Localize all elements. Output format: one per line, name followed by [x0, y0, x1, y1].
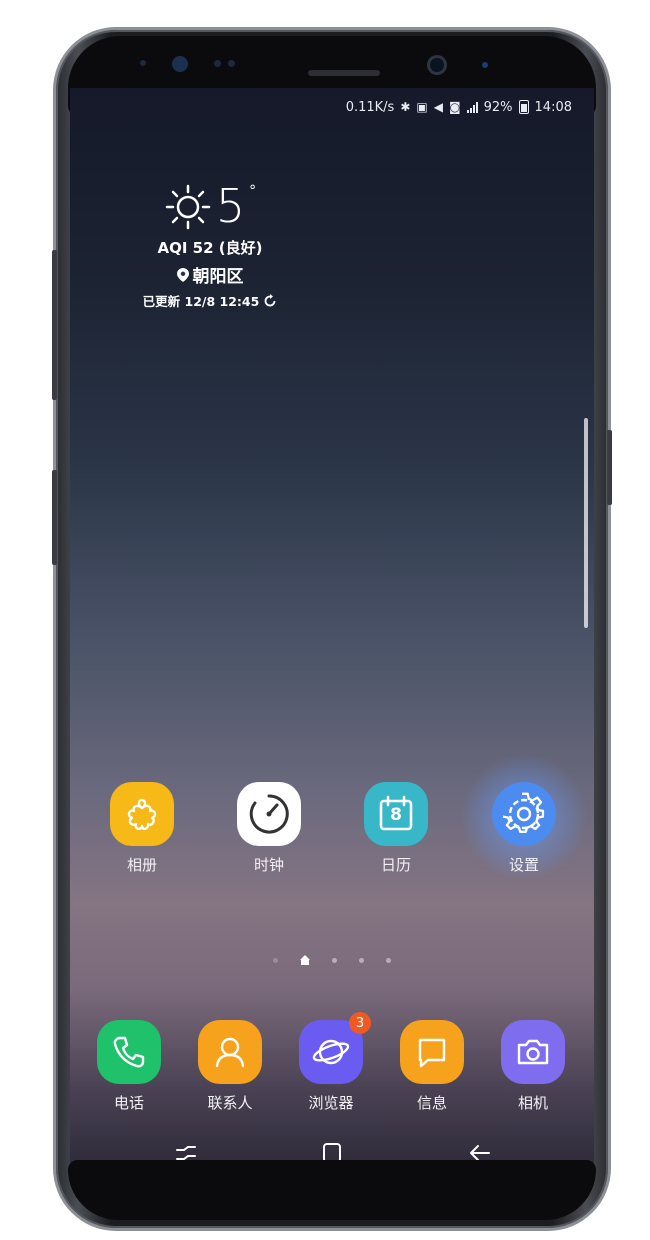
sensor-dot	[482, 62, 488, 68]
app-settings[interactable]: 设置	[479, 782, 569, 875]
app-label: 日历	[380, 856, 411, 874]
browser-icon: 3	[299, 1012, 371, 1084]
app-gallery[interactable]: 相册	[97, 782, 187, 875]
phone-frame: 0.11K/s ✱ ▣ ◀ ◙ 92% 14:08 5 ° AQI 52 (良好…	[52, 30, 612, 1228]
network-speed: 0.11K/s	[345, 99, 395, 115]
gallery-icon	[110, 782, 174, 846]
page-dot[interactable]	[332, 958, 337, 963]
signal-icon	[466, 101, 478, 113]
edge-panel-handle[interactable]	[584, 418, 588, 628]
mute-icon: ◀	[433, 100, 443, 114]
app-label: 浏览器	[308, 1094, 354, 1112]
bixby-button	[52, 470, 57, 565]
dock-browser[interactable]: 3 浏览器	[286, 1012, 376, 1113]
battery-percent: 92%	[483, 99, 513, 115]
sensor-dot	[228, 60, 235, 67]
volume-button	[52, 250, 57, 400]
home-screen: 0.11K/s ✱ ▣ ◀ ◙ 92% 14:08 5 ° AQI 52 (良好…	[70, 88, 594, 1164]
status-bar: 0.11K/s ✱ ▣ ◀ ◙ 92% 14:08	[70, 92, 572, 122]
sensor-dot	[214, 60, 221, 67]
app-label: 联系人	[207, 1094, 253, 1112]
dock-contacts[interactable]: 联系人	[185, 1020, 275, 1113]
page-dot[interactable]	[359, 958, 364, 963]
dock-phone[interactable]: 电话	[84, 1020, 174, 1113]
app-label: 相机	[517, 1094, 548, 1112]
location-name: 朝阳区	[192, 267, 244, 287]
temperature: 5	[215, 179, 246, 233]
alarm-icon: ◙	[448, 100, 461, 114]
app-calendar[interactable]: 8 日历	[351, 782, 441, 875]
app-label: 相册	[126, 856, 157, 874]
bottom-bezel	[68, 1160, 596, 1220]
notification-badge: 3	[349, 1012, 371, 1034]
refresh-icon[interactable]	[263, 293, 277, 308]
calendar-date: 8	[390, 805, 402, 825]
calendar-icon: 8	[364, 782, 428, 846]
message-icon	[400, 1020, 464, 1084]
clock-time: 14:08	[534, 99, 572, 115]
location-pin-icon	[176, 267, 189, 282]
nfc-icon: ▣	[416, 100, 428, 114]
page-dot[interactable]	[386, 958, 391, 963]
bluetooth-icon: ✱	[400, 100, 411, 114]
weather-widget[interactable]: 5 ° AQI 52 (良好) 朝阳区 已更新 12/8 12:45	[120, 183, 300, 310]
app-label: 信息	[416, 1094, 447, 1112]
camera-icon	[501, 1020, 565, 1084]
page-indicator[interactable]	[70, 955, 594, 965]
degree-symbol: °	[249, 183, 257, 199]
app-label: 时钟	[253, 856, 284, 874]
app-clock[interactable]: 时钟	[224, 782, 314, 875]
page-dot[interactable]	[273, 958, 278, 963]
dock-messages[interactable]: 信息	[387, 1020, 477, 1113]
app-label: 设置	[508, 856, 539, 874]
app-label: 电话	[113, 1094, 144, 1112]
gear-icon	[492, 782, 556, 846]
battery-icon	[518, 100, 529, 114]
sensor-dot	[140, 60, 146, 66]
front-camera	[430, 58, 444, 72]
dock-camera[interactable]: 相机	[488, 1020, 578, 1113]
contacts-icon	[198, 1020, 262, 1084]
earpiece-speaker	[308, 70, 380, 76]
updated-time: 已更新 12/8 12:45	[142, 294, 260, 309]
iris-sensor	[172, 56, 188, 72]
phone-icon	[97, 1020, 161, 1084]
sun-icon	[165, 184, 211, 230]
clock-icon	[237, 782, 301, 846]
home-page-icon[interactable]	[300, 955, 310, 965]
power-button	[607, 430, 612, 505]
aqi-label: AQI 52 (良好)	[157, 239, 263, 257]
